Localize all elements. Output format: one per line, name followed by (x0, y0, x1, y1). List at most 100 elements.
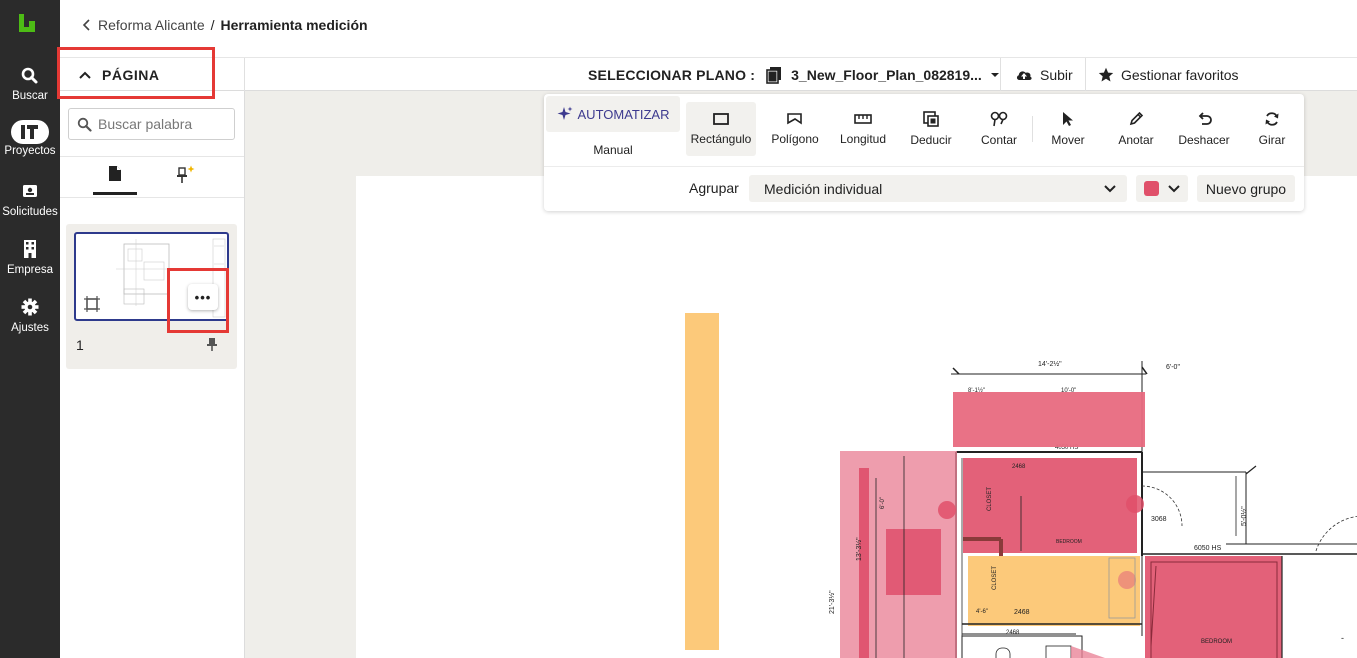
pin-sparkle-icon (177, 165, 195, 183)
chevron-up-icon (79, 71, 91, 79)
tool-label: Rectángulo (690, 132, 752, 146)
search-icon (77, 117, 92, 132)
tab-pinned[interactable] (161, 165, 205, 195)
tool-rectangle[interactable]: Rectángulo (686, 102, 756, 156)
color-swatch (1143, 181, 1159, 196)
tool-label: Mover (1051, 133, 1085, 147)
chevron-down-icon (1104, 185, 1116, 193)
svg-text:BEDROOM: BEDROOM (1056, 539, 1082, 545)
projects-icon (21, 125, 38, 139)
caret-down-icon (990, 72, 999, 77)
tool-deduct[interactable]: Deducir (896, 102, 966, 156)
nav-label: Proyectos (4, 145, 56, 157)
tool-label: Anotar (1118, 133, 1154, 147)
svg-text:CLOSET: CLOSET (992, 566, 998, 590)
nav-item-company[interactable]: Empresa (0, 238, 60, 276)
page-panel-toggle[interactable]: PÁGINA (60, 58, 245, 91)
nav-item-projects[interactable]: Proyectos (0, 120, 60, 157)
plan-selector: SELECCIONAR PLANO : 3_New_Floor_Plan_082… (588, 58, 1000, 91)
tool-count[interactable]: Contar (964, 102, 1034, 156)
breadcrumb-current: Herramienta medición (220, 17, 368, 33)
nav-item-search[interactable]: Buscar (0, 64, 60, 102)
tool-move[interactable]: Mover (1033, 102, 1103, 156)
svg-text:13'-3½": 13'-3½" (855, 537, 863, 561)
automate-label: AUTOMATIZAR (577, 106, 670, 122)
page-panel-title: PÁGINA (102, 66, 160, 83)
manage-favorites-label: Gestionar favoritos (1121, 66, 1239, 83)
page-thumbnail-card: ••• 1 (66, 224, 237, 369)
page-more-options-button[interactable]: ••• (188, 284, 218, 310)
gear-icon (21, 298, 39, 316)
new-group-button[interactable]: Nuevo grupo (1197, 175, 1295, 202)
svg-text:3068: 3068 (1151, 516, 1167, 523)
tool-label: Longitud (839, 132, 887, 146)
svg-text:BEDROOM: BEDROOM (1201, 639, 1232, 645)
plan-dropdown[interactable]: 3_New_Floor_Plan_082819... (765, 66, 1000, 84)
svg-text:CLOSET: CLOSET (987, 487, 993, 511)
page-panel: ••• 1 (60, 91, 245, 658)
plan-sheet: 14'-2½" 6'-0" 8'-1½" 10'-0" 4050 HS 3068… (356, 176, 1357, 658)
svg-text:6'-0": 6'-0" (880, 497, 886, 509)
page-tabs (60, 156, 244, 198)
upload-label: Subir (1040, 66, 1073, 83)
group-dropdown[interactable]: Medición individual (749, 175, 1127, 202)
svg-text:14'-2½": 14'-2½" (1038, 360, 1062, 368)
measurement-length[interactable] (685, 313, 719, 650)
nav-label: Empresa (6, 264, 54, 276)
word-search-input[interactable] (98, 116, 228, 132)
building-icon (24, 240, 36, 258)
houzz-logo-icon[interactable] (16, 12, 38, 34)
chevron-down-icon (1167, 185, 1180, 193)
measurement-rectangle[interactable] (953, 392, 1145, 447)
word-search[interactable] (68, 108, 235, 140)
count-icon (990, 111, 1008, 127)
page-number: 1 (76, 337, 84, 353)
rotate-icon (1265, 112, 1279, 126)
automate-button[interactable]: AUTOMATIZAR (546, 96, 680, 132)
tool-label: Girar (1258, 133, 1286, 147)
nav-label: Ajustes (11, 322, 49, 334)
top-bar: Reforma Alicante / Herramienta medición (60, 0, 1357, 58)
tool-polygon[interactable]: Polígono (760, 102, 830, 156)
group-label: Agrupar (689, 180, 739, 196)
svg-text:2468: 2468 (1012, 464, 1026, 470)
star-icon (1098, 67, 1114, 81)
measurement-tools-palette: AUTOMATIZAR Manual Rectángulo Polígono L… (544, 94, 1304, 211)
nav-item-settings[interactable]: Ajustes (0, 296, 60, 334)
plan-selector-label: SELECCIONAR PLANO : (588, 66, 756, 83)
svg-text:6050 HS: 6050 HS (1194, 545, 1222, 552)
manage-favorites-button[interactable]: Gestionar favoritos (1098, 58, 1239, 91)
svg-text:5'-0½": 5'-0½" (1240, 506, 1248, 526)
tool-length[interactable]: Longitud (828, 102, 898, 156)
pin-icon[interactable] (206, 337, 218, 352)
chevron-left-icon[interactable] (82, 18, 92, 32)
group-dropdown-value: Medición individual (764, 180, 883, 197)
main-navigation: Buscar Proyectos Solicitudes Empresa Aju… (0, 0, 60, 658)
color-picker[interactable] (1136, 175, 1188, 202)
svg-text:21'-3½": 21'-3½" (828, 590, 836, 614)
nav-item-requests[interactable]: Solicitudes (0, 180, 60, 218)
ruler-icon (854, 114, 872, 124)
tool-label: Deshacer (1178, 133, 1230, 147)
tab-pages[interactable] (93, 165, 137, 195)
floor-plan-drawing: 14'-2½" 6'-0" 8'-1½" 10'-0" 4050 HS 3068… (685, 313, 1357, 658)
deduct-icon (923, 111, 939, 127)
svg-text:-: - (1341, 633, 1344, 643)
tool-undo[interactable]: Deshacer (1169, 102, 1239, 156)
breadcrumb-parent-link[interactable]: Reforma Alicante (98, 17, 205, 33)
svg-text:2468: 2468 (1006, 630, 1020, 636)
manual-mode-button[interactable]: Manual (546, 132, 680, 168)
upload-button[interactable]: Subir (1015, 58, 1073, 91)
requests-icon (23, 185, 37, 197)
tool-label: Deducir (910, 133, 952, 147)
breadcrumb-separator: / (210, 17, 215, 33)
tool-rotate[interactable]: Girar (1237, 102, 1307, 156)
tool-annotate[interactable]: Anotar (1101, 102, 1171, 156)
search-icon (21, 67, 38, 84)
pen-icon (1129, 111, 1144, 126)
svg-text:6'-0": 6'-0" (1166, 364, 1180, 371)
rectangle-icon (713, 113, 729, 125)
plan-dropdown-value: 3_New_Floor_Plan_082819... (791, 66, 982, 83)
svg-text:4'-6": 4'-6" (976, 609, 988, 615)
nav-label: Buscar (12, 90, 48, 102)
